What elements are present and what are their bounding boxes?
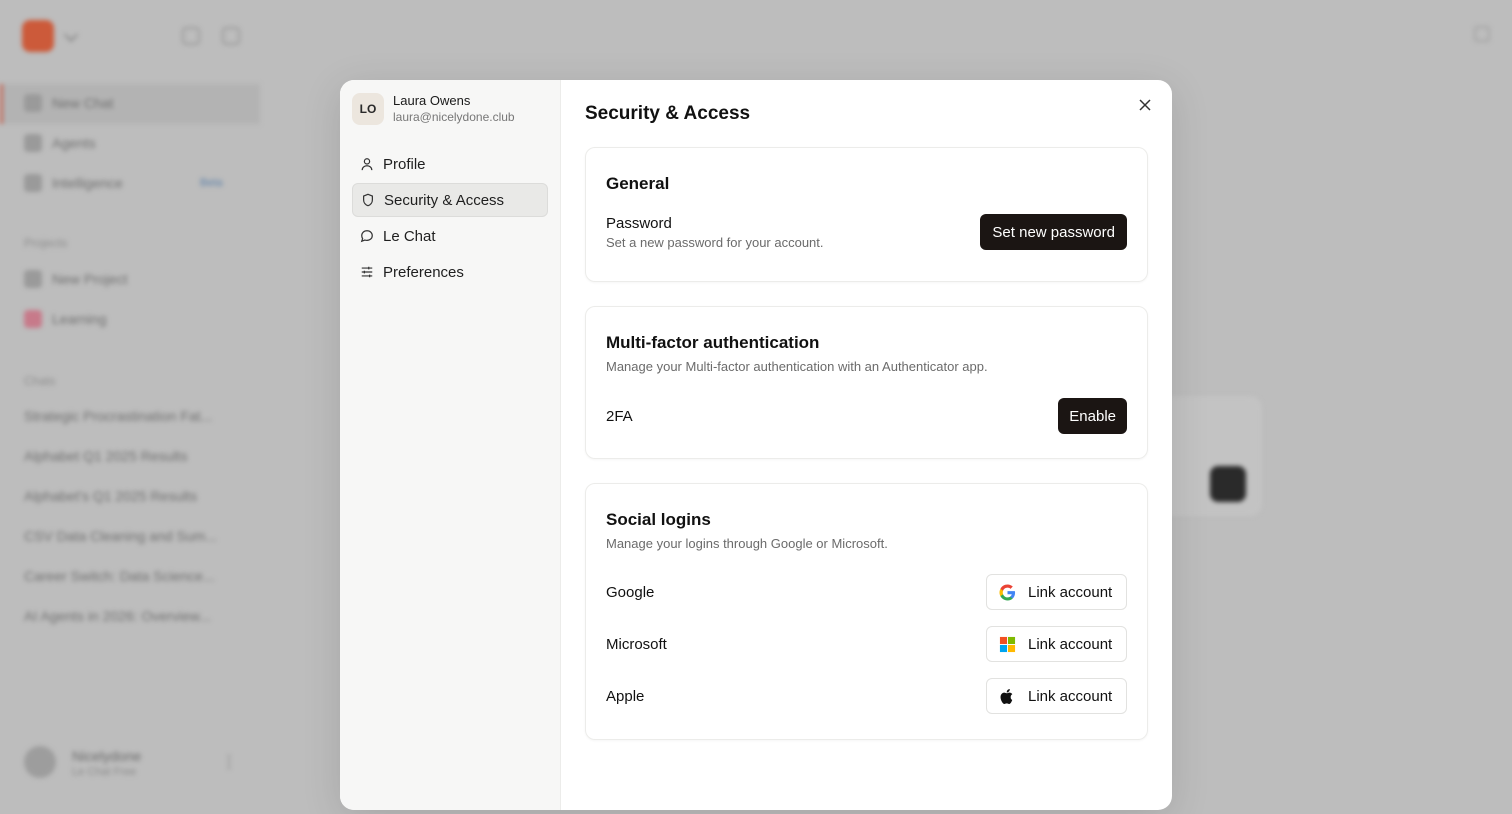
apple-label: Apple: [606, 687, 645, 705]
page-title: Security & Access: [585, 103, 751, 124]
link-account-label: Link account: [1028, 583, 1113, 601]
nav-agents: Agents: [24, 134, 96, 152]
app-logo-icon: [22, 20, 54, 52]
user-icon: [361, 158, 373, 171]
menu-item-label: Preferences: [383, 263, 464, 281]
chats-header: Chats: [24, 374, 56, 388]
panel-toggle-icon: [1474, 26, 1490, 42]
projects-header: Projects: [24, 236, 68, 250]
settings-modal: LO Laura Owens laura@nicelydone.club Pro…: [340, 80, 1172, 810]
mfa-desc: Manage your Multi-factor authentication …: [606, 359, 988, 374]
social-title: Social logins: [606, 510, 711, 529]
project-new: New Project: [24, 270, 127, 288]
menu-item-label: Security & Access: [384, 191, 505, 209]
sidebar-user-avatar: [24, 746, 56, 778]
settings-content: Security & Access General Password Set a…: [561, 80, 1172, 810]
folder-plus-icon: [24, 270, 42, 288]
robot-icon: [24, 134, 42, 152]
nav-label: Agents: [52, 135, 96, 151]
chat-item: Alphabet Q1 2025 Results: [24, 448, 188, 464]
password-info: Password Set a new password for your acc…: [606, 215, 824, 250]
sliders-icon: [361, 266, 373, 278]
social-logins-card: Social logins Manage your logins through…: [585, 483, 1148, 740]
link-account-label: Link account: [1028, 635, 1113, 653]
sidebar-toggle-icon: [222, 27, 240, 45]
mfa-title: Multi-factor authentication: [606, 333, 820, 352]
chat-item: AI Agents in 2026: Overview...: [24, 608, 211, 624]
beta-badge: Beta: [200, 177, 223, 189]
avatar: LO: [352, 93, 384, 125]
nav-new-chat: New Chat: [24, 94, 113, 112]
sidebar-user-plan: Le Chat Free: [72, 766, 137, 778]
close-button[interactable]: [1136, 96, 1154, 114]
google-row: Google Link account: [606, 574, 1127, 610]
enable-2fa-button[interactable]: Enable: [1058, 398, 1127, 434]
microsoft-row: Microsoft Link account: [606, 626, 1127, 662]
menu-item-label: Profile: [383, 155, 426, 173]
search-icon: [182, 27, 200, 45]
user-block: LO Laura Owens laura@nicelydone.club: [352, 93, 548, 125]
chat-item: Career Switch: Data Science...: [24, 568, 215, 584]
link-google-button[interactable]: Link account: [986, 574, 1127, 610]
chevron-down-icon: [63, 27, 79, 43]
sidebar-user-name: Nicelydone: [72, 748, 142, 764]
close-icon: [1139, 99, 1151, 111]
menu-item-security[interactable]: Security & Access: [352, 183, 548, 217]
menu-item-label: Le Chat: [383, 227, 436, 245]
chat-item: Strategic Procrastination Fat...: [24, 408, 213, 424]
link-microsoft-button[interactable]: Link account: [986, 626, 1127, 662]
microsoft-icon: [999, 636, 1016, 652]
project-learning: Learning: [24, 310, 107, 328]
set-new-password-button[interactable]: Set new password: [980, 214, 1127, 250]
mfa-card: Multi-factor authentication Manage your …: [585, 306, 1148, 459]
project-label: New Project: [52, 271, 128, 287]
background-sidebar: New Chat Agents Intelligence Beta Projec…: [0, 0, 270, 814]
link-account-label: Link account: [1028, 687, 1113, 705]
chat-item: Alphabet's Q1 2025 Results: [24, 488, 198, 504]
user-email: laura@nicelydone.club: [393, 110, 515, 124]
2fa-label: 2FA: [606, 407, 633, 425]
google-label: Google: [606, 583, 655, 601]
google-icon: [999, 583, 1016, 601]
password-desc: Set a new password for your account.: [606, 234, 824, 250]
project-label: Learning: [52, 311, 107, 327]
menu-item-profile[interactable]: Profile: [352, 147, 548, 181]
2fa-row: 2FA Enable: [606, 398, 1127, 434]
heart-icon: [24, 310, 42, 328]
send-button: [1210, 466, 1246, 502]
social-desc: Manage your logins through Google or Mic…: [606, 536, 888, 551]
microsoft-label: Microsoft: [606, 635, 667, 653]
menu-item-preferences[interactable]: Preferences: [352, 255, 548, 289]
chat-item: CSV Data Cleaning and Sum...: [24, 528, 217, 544]
apple-icon: [1000, 688, 1013, 704]
password-label: Password: [606, 214, 672, 232]
nav-label: New Chat: [52, 95, 114, 111]
chat-plus-icon: [24, 94, 42, 112]
shield-icon: [363, 193, 373, 207]
nav-intelligence: Intelligence: [24, 174, 123, 192]
link-apple-button[interactable]: Link account: [986, 678, 1127, 714]
nav-label: Intelligence: [52, 175, 123, 191]
general-card: General Password Set a new password for …: [585, 147, 1148, 282]
general-title: General: [606, 174, 670, 193]
sparkle-icon: [24, 174, 42, 192]
menu-item-le-chat[interactable]: Le Chat: [352, 219, 548, 253]
more-options-icon: [228, 755, 232, 769]
user-info: Laura Owens laura@nicelydone.club: [393, 93, 515, 125]
settings-sidebar: LO Laura Owens laura@nicelydone.club Pro…: [340, 80, 561, 810]
chat-bubble-icon: [360, 230, 373, 243]
apple-row: Apple Link account: [606, 678, 1127, 714]
password-row: Password Set a new password for your acc…: [606, 214, 1127, 250]
user-name: Laura Owens: [393, 93, 471, 108]
